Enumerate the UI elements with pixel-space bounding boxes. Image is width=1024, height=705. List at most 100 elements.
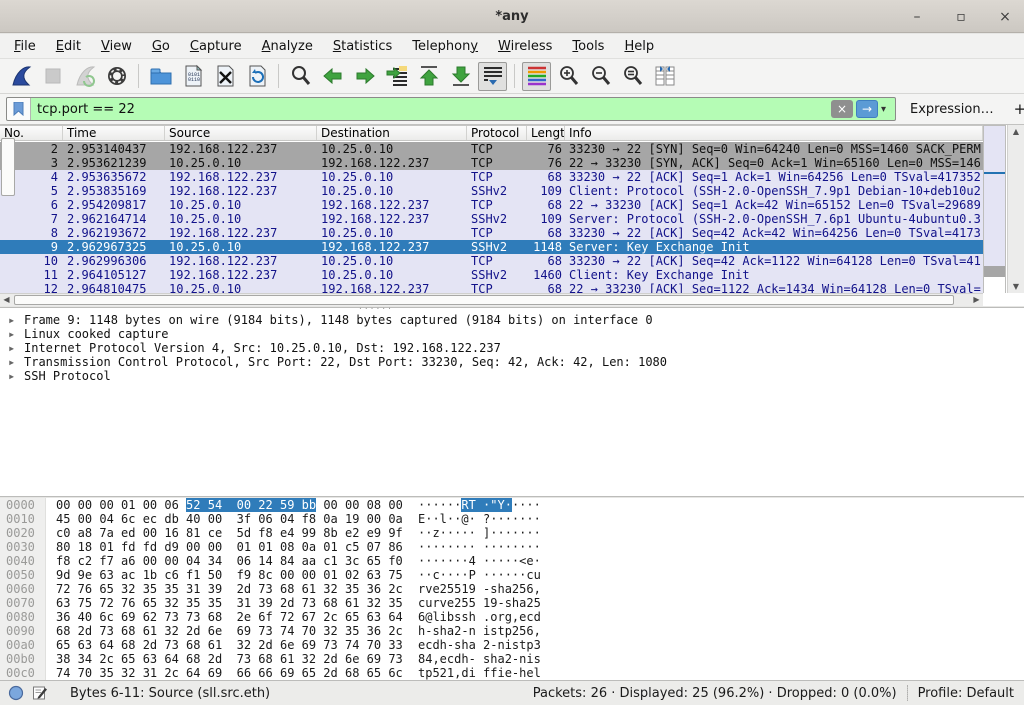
hex-ascii[interactable]: ecdh-sha 2-nistp3 xyxy=(418,638,541,652)
menu-statistics[interactable]: Statistics xyxy=(323,36,402,57)
display-filter-input[interactable]: tcp.port == 22 xyxy=(31,102,831,117)
hex-bytes[interactable]: 63 75 72 76 65 32 35 35 31 39 2d 73 68 6… xyxy=(56,596,403,610)
scroll-left-icon[interactable]: ◀ xyxy=(0,294,13,306)
hex-line-00b0[interactable]: 00b038 34 2c 65 63 64 68 2d 73 68 61 32 … xyxy=(0,652,1024,666)
maximize-icon[interactable]: ▫ xyxy=(952,9,970,25)
hex-bytes[interactable]: 00 00 00 01 00 06 52 54 00 22 59 bb 00 0… xyxy=(56,498,403,512)
scroll-right-icon[interactable]: ▶ xyxy=(970,294,983,306)
expander-icon[interactable]: ▸ xyxy=(8,327,24,341)
hscrollbar-thumb[interactable] xyxy=(14,295,954,305)
hex-ascii[interactable]: 6@libssh .org,ecd xyxy=(418,610,541,624)
packet-list-hscrollbar[interactable]: ◀ ▶ xyxy=(0,293,983,306)
detail-line-1[interactable]: ▸Linux cooked capture xyxy=(0,327,1024,341)
hex-bytes[interactable]: 80 18 01 fd fd d9 00 00 01 01 08 0a 01 c… xyxy=(56,540,403,554)
menu-go[interactable]: Go xyxy=(142,36,180,57)
packet-row-7[interactable]: 72.96216471410.25.0.10192.168.122.237SSH… xyxy=(0,212,983,226)
hex-ascii[interactable]: E··l··@· ?······· xyxy=(418,512,541,526)
column-header-length[interactable]: Length xyxy=(527,126,565,140)
menu-edit[interactable]: Edit xyxy=(46,36,91,57)
status-profile[interactable]: Profile: Default xyxy=(918,686,1024,701)
hex-ascii[interactable]: ········ ········ xyxy=(418,540,541,554)
column-header-time[interactable]: Time xyxy=(63,126,165,140)
hex-ascii[interactable]: rve25519 -sha256, xyxy=(418,582,541,596)
packet-row-11[interactable]: 112.964105127192.168.122.23710.25.0.10SS… xyxy=(0,268,983,282)
packet-row-4[interactable]: 42.953635672192.168.122.23710.25.0.10TCP… xyxy=(0,170,983,184)
resize-columns-icon[interactable] xyxy=(650,62,679,91)
expander-icon[interactable]: ▸ xyxy=(8,313,24,327)
packet-row-10[interactable]: 102.962996306192.168.122.23710.25.0.10TC… xyxy=(0,254,983,268)
hex-line-00a0[interactable]: 00a065 63 64 68 2d 73 68 61 32 2d 6e 69 … xyxy=(0,638,1024,652)
column-header-protocol[interactable]: Protocol xyxy=(467,126,527,140)
hex-line-0010[interactable]: 001045 00 04 6c ec db 40 00 3f 06 04 f8 … xyxy=(0,512,1024,526)
column-header-source[interactable]: Source xyxy=(165,126,317,140)
expander-icon[interactable]: ▸ xyxy=(8,341,24,355)
packet-row-9[interactable]: 92.96296732510.25.0.10192.168.122.237SSH… xyxy=(0,240,983,254)
hex-bytes[interactable]: 68 2d 73 68 61 32 2d 6e 69 73 74 70 32 3… xyxy=(56,624,403,638)
save-file-icon[interactable]: 01010110 xyxy=(178,62,207,91)
menu-view[interactable]: View xyxy=(91,36,142,57)
detail-line-2[interactable]: ▸Internet Protocol Version 4, Src: 10.25… xyxy=(0,341,1024,355)
hex-line-0000[interactable]: 000000 00 00 01 00 06 52 54 00 22 59 bb … xyxy=(0,498,1024,512)
column-header-info[interactable]: Info xyxy=(565,126,983,140)
pane-splitter-handle[interactable]: ······ xyxy=(358,304,393,313)
packet-list-vscrollbar[interactable]: ▲ ▼ xyxy=(1007,125,1024,293)
filter-add-button[interactable]: + xyxy=(1014,100,1024,118)
close-icon[interactable]: × xyxy=(996,9,1014,25)
column-header-destination[interactable]: Destination xyxy=(317,126,467,140)
hex-ascii[interactable]: ······RT ·"Y····· xyxy=(418,498,541,512)
hex-line-0040[interactable]: 0040f8 c2 f7 a6 00 00 04 34 06 14 84 aa … xyxy=(0,554,1024,568)
auto-scroll-icon[interactable] xyxy=(478,62,507,91)
hex-bytes[interactable]: 9d 9e 63 ac 1b c6 f1 50 f9 8c 00 00 01 0… xyxy=(56,568,403,582)
packet-row-8[interactable]: 82.962193672192.168.122.23710.25.0.10TCP… xyxy=(0,226,983,240)
zoom-in-icon[interactable] xyxy=(554,62,583,91)
menu-analyze[interactable]: Analyze xyxy=(252,36,323,57)
go-first-icon[interactable] xyxy=(414,62,443,91)
vscrollbar-thumb[interactable] xyxy=(1,138,15,196)
zoom-reset-icon[interactable] xyxy=(618,62,647,91)
hex-bytes[interactable]: 45 00 04 6c ec db 40 00 3f 06 04 f8 0a 1… xyxy=(56,512,403,526)
hex-line-00c0[interactable]: 00c074 70 35 32 31 2c 64 69 66 66 69 65 … xyxy=(0,666,1024,680)
menu-wireless[interactable]: Wireless xyxy=(488,36,562,57)
scroll-down-icon[interactable]: ▼ xyxy=(1008,280,1024,293)
hex-ascii[interactable]: ··z····· ]······· xyxy=(418,526,541,540)
packet-row-5[interactable]: 52.953835169192.168.122.23710.25.0.10SSH… xyxy=(0,184,983,198)
reload-file-icon[interactable] xyxy=(242,62,271,91)
hex-line-0090[interactable]: 009068 2d 73 68 61 32 2d 6e 69 73 74 70 … xyxy=(0,624,1024,638)
hex-line-0060[interactable]: 006072 76 65 32 35 35 31 39 2d 73 68 61 … xyxy=(0,582,1024,596)
go-last-icon[interactable] xyxy=(446,62,475,91)
hex-line-0030[interactable]: 003080 18 01 fd fd d9 00 00 01 01 08 0a … xyxy=(0,540,1024,554)
intelligent-scrollbar-minimap[interactable] xyxy=(983,125,1006,293)
hex-bytes[interactable]: c0 a8 7a ed 00 16 81 ce 5d f8 e4 99 8b e… xyxy=(56,526,403,540)
hex-ascii[interactable]: ·······4 ·····<e· xyxy=(418,554,541,568)
detail-line-0[interactable]: ▸Frame 9: 1148 bytes on wire (9184 bits)… xyxy=(0,313,1024,327)
expander-icon[interactable]: ▸ xyxy=(8,369,24,383)
menu-telephony[interactable]: Telephony xyxy=(402,36,488,57)
hex-bytes[interactable]: 38 34 2c 65 63 64 68 2d 73 68 61 32 2d 6… xyxy=(56,652,403,666)
menu-tools[interactable]: Tools xyxy=(562,36,614,57)
capture-options-icon[interactable] xyxy=(102,62,131,91)
open-file-icon[interactable] xyxy=(146,62,175,91)
expert-info-icon[interactable] xyxy=(8,685,24,701)
hex-ascii[interactable]: curve255 19-sha25 xyxy=(418,596,541,610)
hex-ascii[interactable]: tp521,di ffie-hel xyxy=(418,666,541,680)
hex-ascii[interactable]: 84,ecdh- sha2-nis xyxy=(418,652,541,666)
minimize-icon[interactable]: – xyxy=(908,9,926,25)
hex-bytes[interactable]: 36 40 6c 69 62 73 73 68 2e 6f 72 67 2c 6… xyxy=(56,610,403,624)
expression-button[interactable]: Expression… xyxy=(910,102,994,117)
colorize-icon[interactable] xyxy=(522,62,551,91)
detail-line-3[interactable]: ▸Transmission Control Protocol, Src Port… xyxy=(0,355,1024,369)
scroll-up-icon[interactable]: ▲ xyxy=(1008,125,1024,138)
close-file-icon[interactable] xyxy=(210,62,239,91)
hex-bytes[interactable]: 65 63 64 68 2d 73 68 61 32 2d 6e 69 73 7… xyxy=(56,638,403,652)
menu-file[interactable]: File xyxy=(4,36,46,57)
go-to-packet-icon[interactable] xyxy=(382,62,411,91)
hex-line-0050[interactable]: 00509d 9e 63 ac 1b c6 f1 50 f9 8c 00 00 … xyxy=(0,568,1024,582)
expander-icon[interactable]: ▸ xyxy=(8,355,24,369)
hex-line-0070[interactable]: 007063 75 72 76 65 32 35 35 31 39 2d 73 … xyxy=(0,596,1024,610)
packet-row-2[interactable]: 22.953140437192.168.122.23710.25.0.10TCP… xyxy=(0,142,983,156)
hex-ascii[interactable]: h-sha2-n istp256, xyxy=(418,624,541,638)
find-packet-icon[interactable] xyxy=(286,62,315,91)
hex-bytes[interactable]: f8 c2 f7 a6 00 00 04 34 06 14 84 aa c1 3… xyxy=(56,554,403,568)
go-back-icon[interactable] xyxy=(318,62,347,91)
packet-row-6[interactable]: 62.95420981710.25.0.10192.168.122.237TCP… xyxy=(0,198,983,212)
